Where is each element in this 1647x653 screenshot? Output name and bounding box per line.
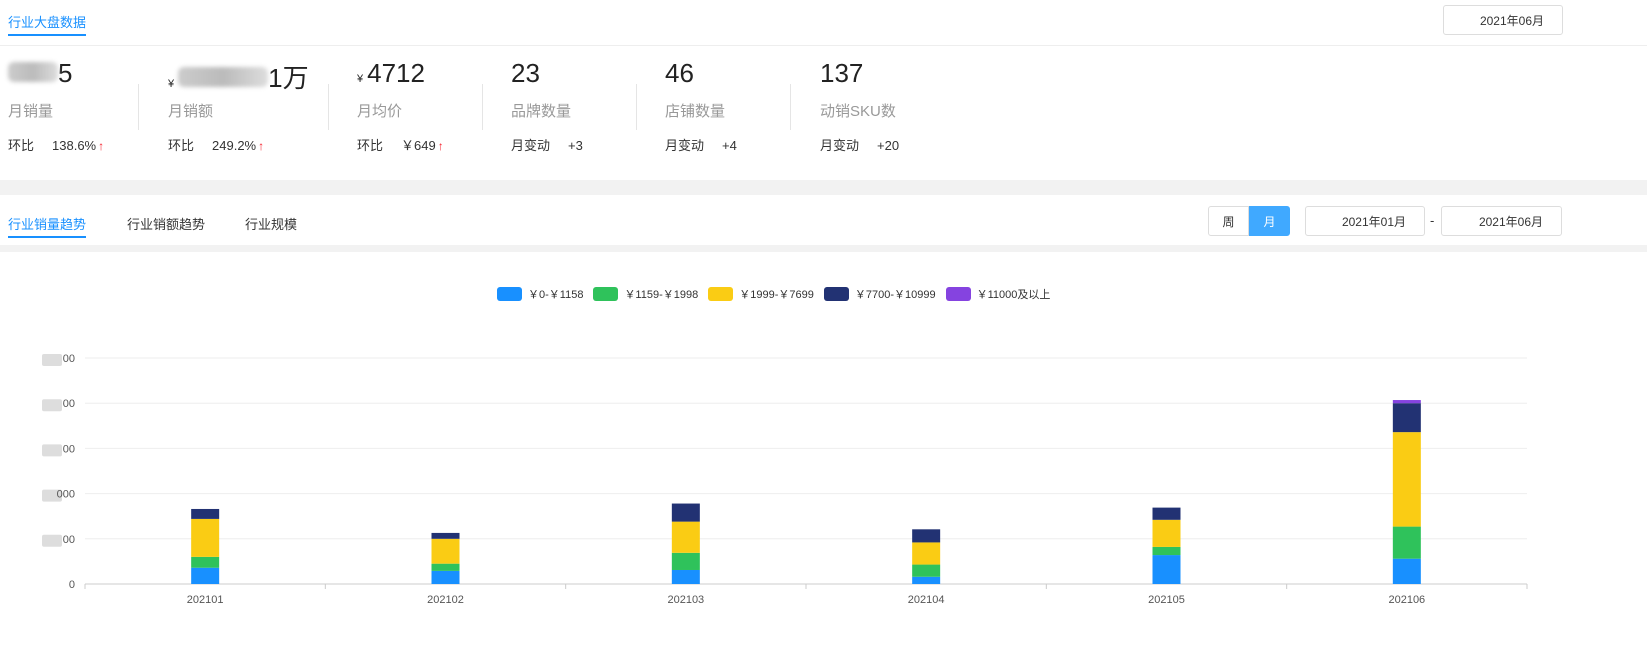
bar-segment <box>1152 555 1181 584</box>
bar-segment <box>431 570 460 584</box>
bar-segment <box>1152 519 1181 547</box>
y-tick-label: 00 <box>63 443 75 455</box>
x-tick-label: 202104 <box>908 594 945 606</box>
bar-segment <box>671 552 700 570</box>
stacked-bar-chart: 000000000000202101 202102 202103 202104 2021… <box>42 353 1528 606</box>
bar-segment <box>191 556 220 568</box>
bar-segment <box>1392 432 1421 527</box>
x-tick-label: 202102 <box>427 594 464 606</box>
bar-segment <box>191 518 220 557</box>
masked-tick <box>42 399 62 412</box>
bar-segment <box>191 508 220 519</box>
bar-segment <box>671 569 700 584</box>
bar-segment <box>671 503 700 522</box>
bar-segment <box>912 564 941 577</box>
y-tick-label: 00 <box>63 398 75 410</box>
x-tick-label: 202101 <box>187 594 224 606</box>
y-tick-label: 0 <box>69 579 75 591</box>
bar-segment <box>431 563 460 571</box>
y-tick-label: 000 <box>57 489 75 501</box>
bar-segment <box>1392 526 1421 559</box>
x-tick-label: 202106 <box>1388 594 1425 606</box>
bar-segment <box>191 567 220 584</box>
bar-segment <box>912 529 941 543</box>
masked-tick <box>42 444 62 457</box>
y-tick-label: 00 <box>63 353 75 365</box>
y-tick-label: 00 <box>63 534 75 546</box>
bar-segment <box>671 521 700 553</box>
x-tick-label: 202105 <box>1148 594 1185 606</box>
bar-segment <box>1392 403 1421 433</box>
bar-segment <box>1392 558 1421 584</box>
x-tick-label: 202103 <box>667 594 704 606</box>
masked-tick <box>42 534 62 547</box>
bar-segment <box>912 542 941 565</box>
bar-segment <box>431 532 460 539</box>
bar-segment <box>1392 400 1421 404</box>
bar-segment <box>912 576 941 584</box>
bar-segment <box>1152 546 1181 556</box>
bar-segment <box>1152 507 1181 520</box>
masked-tick <box>42 354 62 366</box>
bar-segment <box>431 538 460 564</box>
